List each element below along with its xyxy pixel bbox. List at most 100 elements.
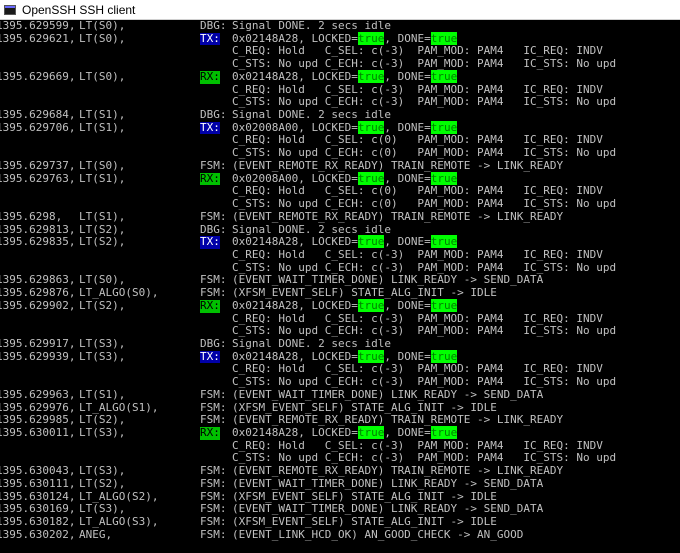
log-message-text: C_REQ: Hold C_SEL: c(-3) PAM_MOD: PAM4 I… xyxy=(232,44,603,58)
log-timestamp: 1395.629939, xyxy=(0,349,76,363)
log-message-text: 0x02008A00, LOCKED= xyxy=(232,171,358,185)
log-source: LT(S0), xyxy=(79,69,126,83)
flag-true-highlight: true xyxy=(357,69,385,83)
log-tag: DBG: xyxy=(200,336,227,350)
log-timestamp: 1395.630011, xyxy=(0,426,76,439)
window-title: OpenSSH SSH client xyxy=(22,2,136,17)
log-message-text: 0x02148A28, LOCKED= xyxy=(232,349,358,363)
log-message-text: , DONE= xyxy=(384,349,431,363)
log-message-text: C_STS: No upd C_ECH: c(-3) PAM_MOD: PAM4… xyxy=(232,95,617,109)
log-tag: TX: xyxy=(200,235,220,249)
log-message-text: C_REQ: Hold C_SEL: c(0) PAM_MOD: PAM4 IC… xyxy=(232,184,603,198)
log-tag: DBG: xyxy=(200,108,227,122)
log-message-text: , DONE= xyxy=(384,298,431,312)
flag-true-highlight: true xyxy=(430,31,458,45)
log-message-text: C_STS: No upd C_ECH: c(-3) PAM_MOD: PAM4… xyxy=(232,260,617,274)
log-tag: FSM: xyxy=(200,476,227,490)
flag-true-highlight: true xyxy=(430,235,458,249)
log-timestamp: 1395.629706, xyxy=(0,120,76,134)
flag-true-highlight: true xyxy=(430,171,458,185)
log-tag: FSM: xyxy=(200,286,227,300)
log-tag: FSM: xyxy=(200,527,227,541)
log-tag: RX: xyxy=(200,426,220,440)
log-message-text: , DONE= xyxy=(384,31,431,45)
flag-true-highlight: true xyxy=(357,235,385,249)
log-timestamp: 1395.629684, xyxy=(0,108,76,122)
log-timestamp: 1395.6298, xyxy=(0,209,63,223)
log-message-text: , DONE= xyxy=(384,235,431,249)
log-source: LT(S3), xyxy=(79,426,126,439)
console-icon xyxy=(4,4,16,15)
log-message-text: , DONE= xyxy=(384,120,431,134)
log-message-text: , DONE= xyxy=(384,426,431,439)
log-tag: TX: xyxy=(200,120,220,135)
log-tag: FSM: xyxy=(200,209,227,223)
log-message-text: C_STS: No upd C_ECH: c(-3) PAM_MOD: PAM4… xyxy=(232,451,617,465)
log-timestamp: 1395.629669, xyxy=(0,69,76,83)
log-timestamp: 1395.629599, xyxy=(0,20,76,32)
log-source: LT(S2), xyxy=(79,235,126,249)
log-source: LT(S3), xyxy=(79,464,126,478)
log-message-text: 0x02148A28, LOCKED= xyxy=(232,426,358,439)
log-timestamp: 1395.629963, xyxy=(0,387,76,401)
log-timestamp: 1395.629763, xyxy=(0,171,76,185)
log-timestamp: 1395.629902, xyxy=(0,298,76,312)
log-source: LT(S1), xyxy=(79,120,126,134)
log-source: LT(S1), xyxy=(79,387,126,401)
log-source: LT(S2), xyxy=(79,476,126,490)
flag-true-highlight: true xyxy=(430,69,458,83)
flag-true-highlight: true xyxy=(430,120,458,134)
log-message-text: 0x02148A28, LOCKED= xyxy=(232,69,358,83)
log-source: LT(S3), xyxy=(79,349,126,363)
log-message-text: C_REQ: Hold C_SEL: c(0) PAM_MOD: PAM4 IC… xyxy=(232,133,603,147)
log-message-text: (EVENT_REMOTE_RX_READY) TRAIN_REMOTE -> … xyxy=(232,158,564,172)
log-message-text: C_REQ: Hold C_SEL: c(-3) PAM_MOD: PAM4 I… xyxy=(232,438,603,452)
log-source: LT_ALGO(S0), xyxy=(79,286,159,300)
log-tag: FSM: xyxy=(200,464,227,478)
log-message-text: C_REQ: Hold C_SEL: c(-3) PAM_MOD: PAM4 I… xyxy=(232,311,603,325)
log-message-text: (EVENT_REMOTE_RX_READY) TRAIN_REMOTE -> … xyxy=(232,209,564,223)
flag-true-highlight: true xyxy=(357,349,385,363)
log-timestamp: 1395.629737, xyxy=(0,158,76,172)
log-source: LT(S2), xyxy=(79,298,126,312)
flag-true-highlight: true xyxy=(357,426,385,439)
log-message-text: 0x02148A28, LOCKED= xyxy=(232,31,358,45)
terminal-output[interactable]: 1395.629599, LT(S0), DBG: Signal DONE. 2 se… xyxy=(0,20,680,553)
log-message-text: (EVENT_LINK_HCD_OK) AN_GOOD_CHECK -> AN_… xyxy=(232,527,524,541)
log-timestamp: 1395.630182, xyxy=(0,515,76,529)
log-message-text: C_STS: No upd C_ECH: c(-3) PAM_MOD: PAM4… xyxy=(232,324,617,338)
log-timestamp: 1395.629621, xyxy=(0,31,76,45)
log-line: 1395.630202, ANEG, FSM: (EVENT_LINK_HCD_OK)… xyxy=(0,527,680,542)
log-message-text: (EVENT_REMOTE_RX_READY) TRAIN_REMOTE -> … xyxy=(232,413,564,427)
log-timestamp: 1395.630043, xyxy=(0,464,76,478)
log-tag: FSM: xyxy=(200,387,227,401)
log-message-text: (EVENT_REMOTE_RX_READY) TRAIN_REMOTE -> … xyxy=(232,464,564,478)
log-tag: FSM: xyxy=(200,158,227,172)
log-timestamp: 1395.630111, xyxy=(0,476,76,490)
flag-true-highlight: true xyxy=(357,171,385,185)
log-message-text: (EVENT_WAIT_TIMER_DONE) LINK_READY -> SE… xyxy=(232,387,544,401)
flag-true-highlight: true xyxy=(357,120,385,134)
log-tag: DBG: xyxy=(200,20,227,32)
log-source: LT(S1), xyxy=(79,108,126,122)
log-message-text: C_STS: No upd C_ECH: c(-3) PAM_MOD: PAM4… xyxy=(232,57,617,71)
log-message-text: Signal DONE. 2 secs idle xyxy=(232,20,391,32)
log-source: LT_ALGO(S3), xyxy=(79,515,159,529)
log-message-text: (EVENT_WAIT_TIMER_DONE) LINK_READY -> SE… xyxy=(232,476,544,490)
log-message-text: C_STS: No upd C_ECH: c(0) PAM_MOD: PAM4 … xyxy=(232,146,617,160)
log-tag: TX: xyxy=(200,31,220,46)
log-message-text: (XFSM_EVENT_SELF) STATE_ALG_INIT -> IDLE xyxy=(232,515,497,529)
log-message-text: C_REQ: Hold C_SEL: c(-3) PAM_MOD: PAM4 I… xyxy=(232,82,603,96)
log-timestamp: 1395.629876, xyxy=(0,286,76,300)
log-source: LT(S3), xyxy=(79,336,126,350)
flag-true-highlight: true xyxy=(430,426,458,439)
log-source: LT(S0), xyxy=(79,158,126,172)
log-message-text: , DONE= xyxy=(384,171,431,185)
log-message-text: (XFSM_EVENT_SELF) STATE_ALG_INIT -> IDLE xyxy=(232,489,497,503)
log-tag: TX: xyxy=(200,349,220,364)
log-tag: RX: xyxy=(200,298,220,313)
log-message-text: C_STS: No upd C_ECH: c(-3) PAM_MOD: PAM4… xyxy=(232,375,617,389)
title-bar: OpenSSH SSH client xyxy=(0,0,680,20)
log-source: LT(S1), xyxy=(79,209,126,223)
log-tag: FSM: xyxy=(200,515,227,529)
